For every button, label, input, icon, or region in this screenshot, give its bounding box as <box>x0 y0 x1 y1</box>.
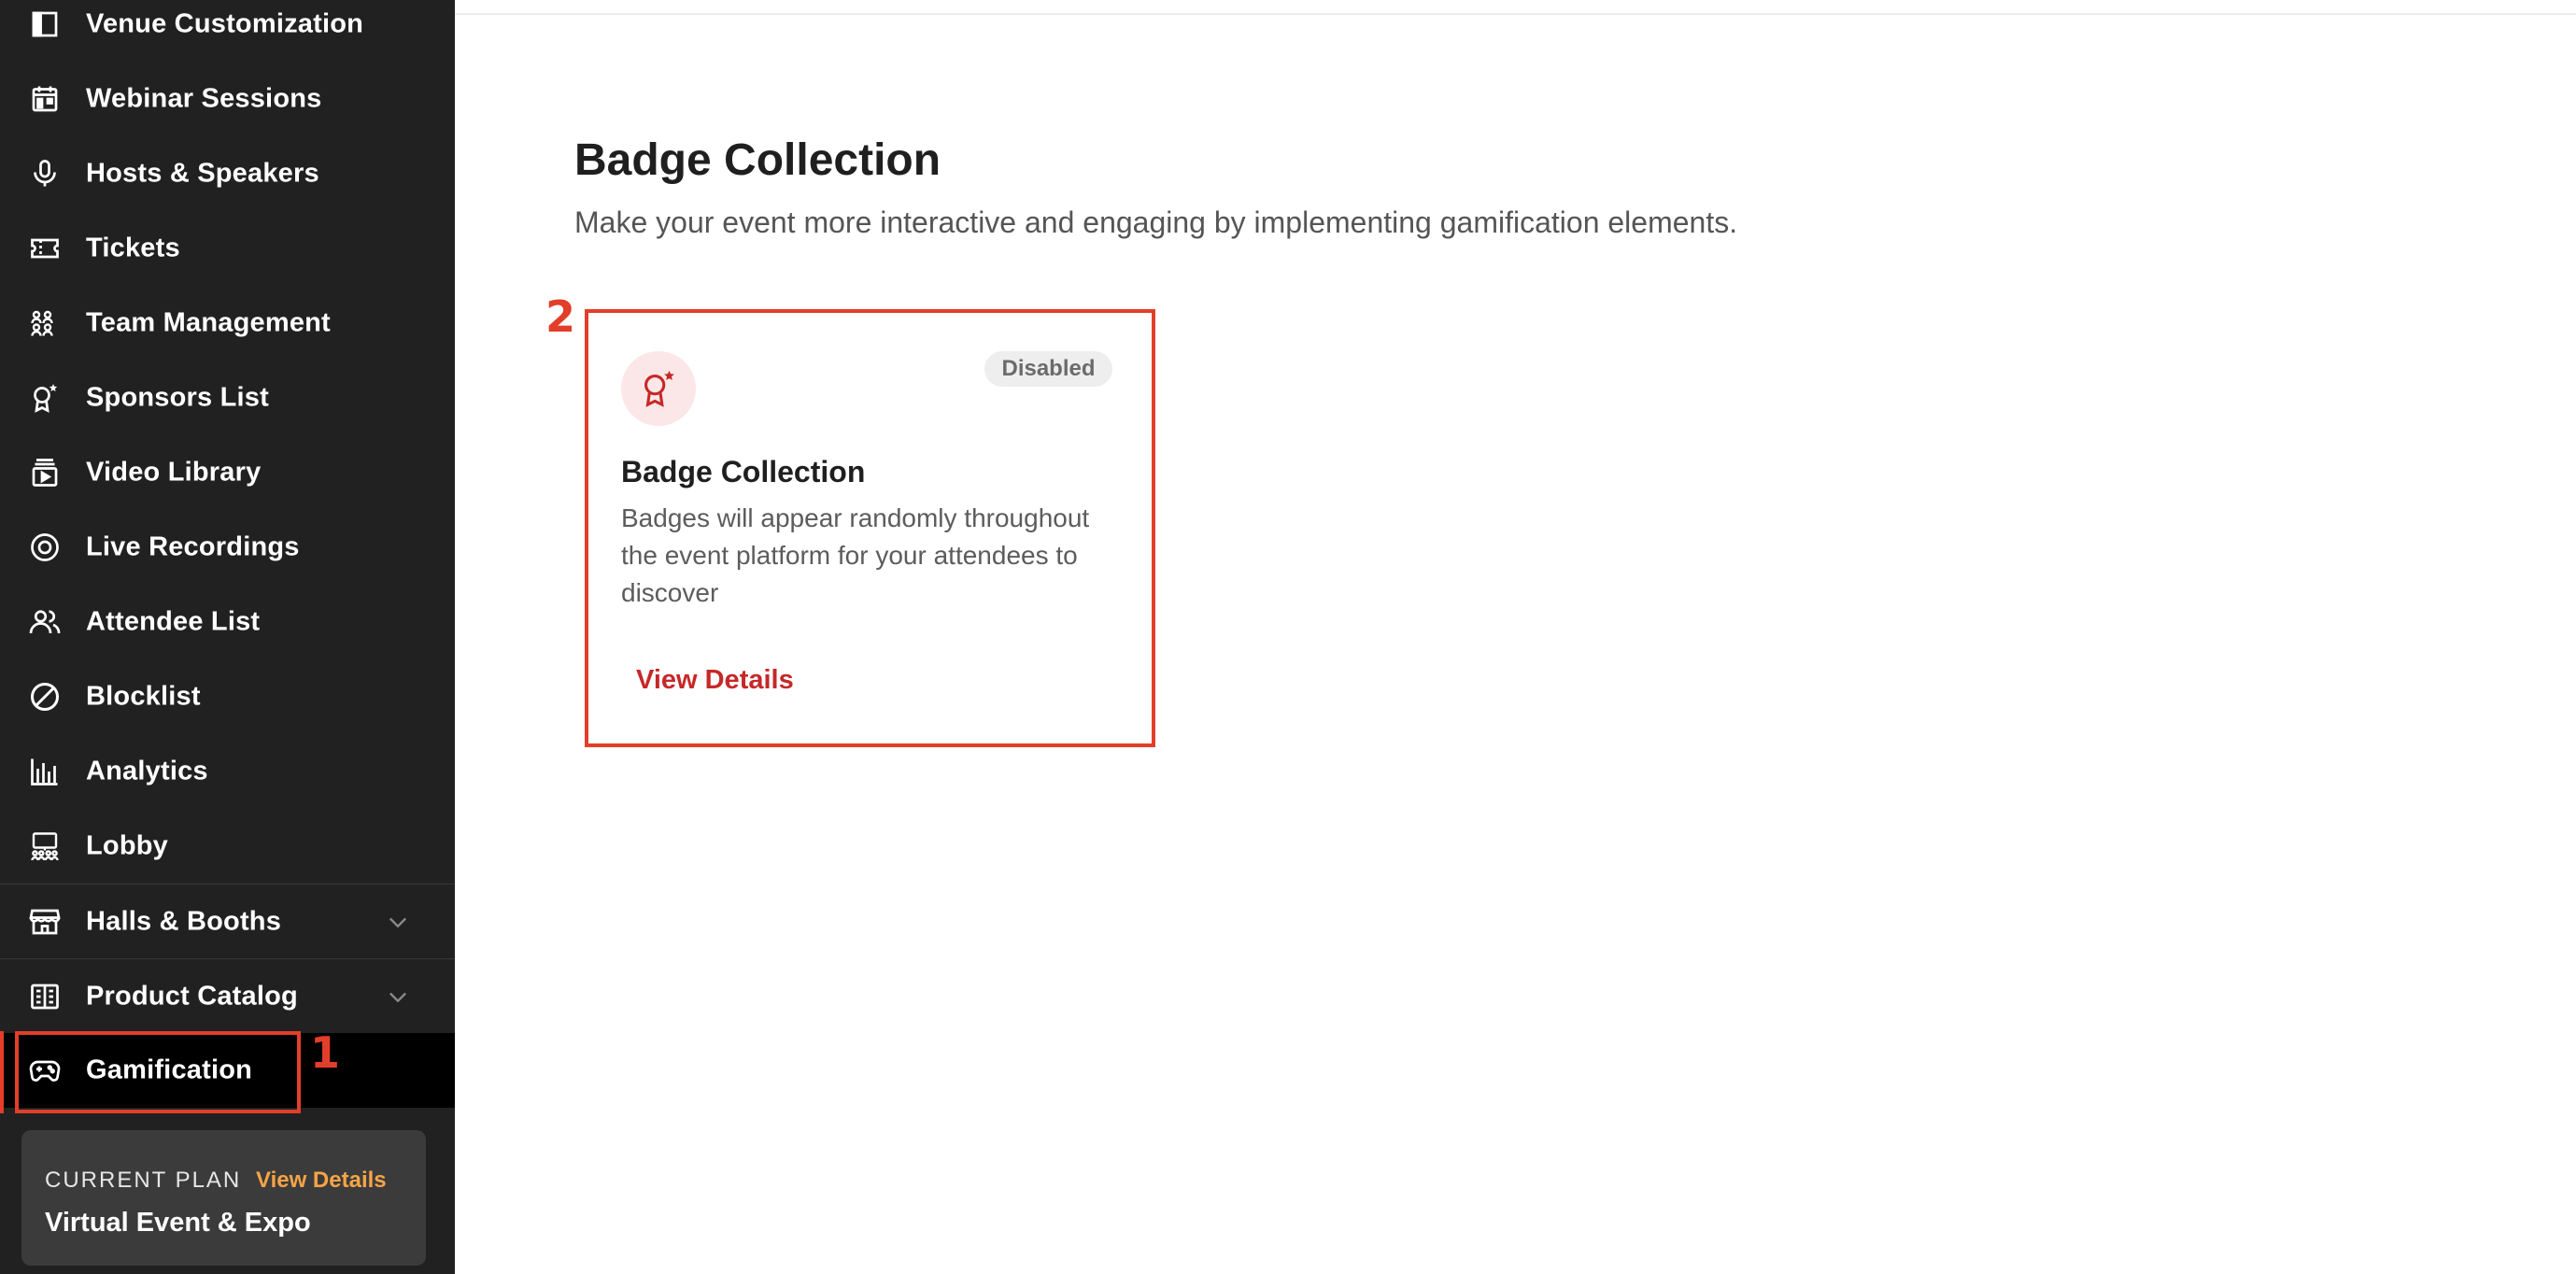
chevron-down-icon[interactable] <box>385 909 411 935</box>
team-icon <box>26 304 64 342</box>
status-badge: Disabled <box>984 351 1112 387</box>
sidebar-item-analytics[interactable]: Analytics <box>0 734 455 809</box>
sidebar-item-product-catalog[interactable]: Product Catalog <box>0 958 455 1033</box>
store-icon <box>26 903 64 941</box>
plan-view-details-link[interactable]: View Details <box>256 1168 387 1194</box>
current-plan-card: CURRENT PLAN View Details Virtual Event … <box>21 1130 426 1266</box>
gamepad-icon <box>26 1052 64 1089</box>
record-icon <box>26 529 64 566</box>
sidebar-item-label: Video Library <box>86 457 262 488</box>
users-icon <box>26 603 64 641</box>
sidebar-item-label: Venue Customization <box>86 8 364 39</box>
sidebar-item-label: Analytics <box>86 756 208 786</box>
sidebar-item-label: Team Management <box>86 307 331 338</box>
sidebar-item-webinar-sessions[interactable]: Webinar Sessions <box>0 62 455 136</box>
microphone-icon <box>26 155 64 192</box>
sidebar-item-sponsors-list[interactable]: Sponsors List <box>0 361 455 435</box>
video-library-icon <box>26 454 64 491</box>
view-details-link[interactable]: View Details <box>636 665 794 696</box>
sidebar-item-team-management[interactable]: Team Management <box>0 286 455 361</box>
layout-icon <box>26 6 64 43</box>
sidebar-item-venue-customization[interactable]: Venue Customization <box>0 0 455 62</box>
sidebar-item-label: Attendee List <box>86 606 261 637</box>
page-subtitle: Make your event more interactive and eng… <box>574 205 1738 239</box>
sidebar-item-blocklist[interactable]: Blocklist <box>0 659 455 734</box>
sidebar-item-label: Product Catalog <box>86 981 298 1011</box>
top-header-strip <box>455 0 2576 15</box>
sidebar-item-live-recordings[interactable]: Live Recordings <box>0 510 455 585</box>
sidebar-item-label: Lobby <box>86 830 168 861</box>
bar-chart-icon <box>26 753 64 790</box>
sidebar-item-hosts-speakers[interactable]: Hosts & Speakers <box>0 136 455 211</box>
page-title: Badge Collection <box>574 135 941 185</box>
block-icon <box>26 678 64 715</box>
sidebar-item-attendee-list[interactable]: Attendee List <box>0 585 455 659</box>
sidebar: Venue Customization Webinar Sessions Hos… <box>0 0 455 1274</box>
chevron-down-icon[interactable] <box>385 984 411 1010</box>
card-title: Badge Collection <box>621 455 866 488</box>
current-plan-label: CURRENT PLAN <box>45 1168 242 1193</box>
lobby-icon <box>26 828 64 865</box>
sidebar-item-lobby[interactable]: Lobby <box>0 809 455 884</box>
sidebar-item-label: Halls & Booths <box>86 906 282 936</box>
sidebar-item-label: Blocklist <box>86 681 201 712</box>
badge-award-icon <box>621 351 696 426</box>
plan-name: Virtual Event & Expo <box>45 1208 311 1238</box>
sidebar-item-label: Tickets <box>86 233 180 263</box>
sidebar-item-gamification[interactable]: Gamification <box>0 1033 455 1108</box>
catalog-icon <box>26 978 64 1015</box>
sidebar-item-label: Webinar Sessions <box>86 83 322 114</box>
award-star-icon <box>26 379 64 417</box>
ticket-icon <box>26 230 64 267</box>
sidebar-item-label: Gamification <box>86 1055 253 1085</box>
sidebar-item-video-library[interactable]: Video Library <box>0 435 455 510</box>
annotation-number: 2 <box>545 291 576 342</box>
badge-collection-card[interactable]: Disabled Badge Collection Badges will ap… <box>586 310 1153 744</box>
sidebar-item-halls-booths[interactable]: Halls & Booths <box>0 884 455 958</box>
sidebar-item-label: Live Recordings <box>86 531 300 562</box>
sidebar-item-tickets[interactable]: Tickets <box>0 211 455 286</box>
card-description: Badges will appear randomly throughout t… <box>621 503 1090 607</box>
calendar-icon <box>26 80 64 118</box>
sidebar-item-label: Hosts & Speakers <box>86 158 319 189</box>
sidebar-item-label: Sponsors List <box>86 382 269 413</box>
annotation-number: 1 <box>310 1027 341 1078</box>
